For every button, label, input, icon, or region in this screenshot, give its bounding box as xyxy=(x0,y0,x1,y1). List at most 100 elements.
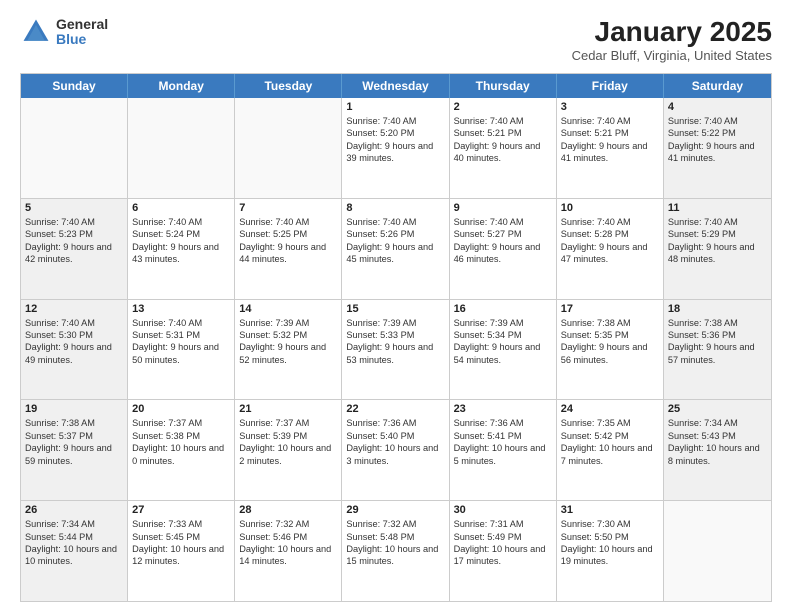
day-content-2-0: Sunrise: 7:40 AM Sunset: 5:30 PM Dayligh… xyxy=(25,317,123,367)
day-content-2-1: Sunrise: 7:40 AM Sunset: 5:31 PM Dayligh… xyxy=(132,317,230,367)
day-number-4-3: 29 xyxy=(346,504,444,516)
calendar-cell-1-0: 5 Sunrise: 7:40 AM Sunset: 5:23 PM Daylig… xyxy=(21,199,128,299)
calendar-cell-0-0 xyxy=(21,98,128,198)
calendar-cell-2-0: 12 Sunrise: 7:40 AM Sunset: 5:30 PM Dayli… xyxy=(21,300,128,400)
calendar-cell-4-6 xyxy=(664,501,771,601)
day-number-1-4: 9 xyxy=(454,202,552,214)
day-number-2-3: 15 xyxy=(346,303,444,315)
day-number-4-4: 30 xyxy=(454,504,552,516)
logo-blue-text: Blue xyxy=(56,32,108,47)
calendar-row-2: 12 Sunrise: 7:40 AM Sunset: 5:30 PM Dayli… xyxy=(21,299,771,400)
day-number-3-3: 22 xyxy=(346,403,444,415)
calendar-row-4: 26Sunrise: 7:34 AM Sunset: 5:44 PM Dayli… xyxy=(21,500,771,601)
day-content-3-5: Sunrise: 7:35 AM Sunset: 5:42 PM Dayligh… xyxy=(561,417,659,467)
calendar-cell-3-4: 23Sunrise: 7:36 AM Sunset: 5:41 PM Dayli… xyxy=(450,400,557,500)
day-content-1-3: Sunrise: 7:40 AM Sunset: 5:26 PM Dayligh… xyxy=(346,216,444,266)
day-content-1-0: Sunrise: 7:40 AM Sunset: 5:23 PM Dayligh… xyxy=(25,216,123,266)
calendar-cell-4-5: 31Sunrise: 7:30 AM Sunset: 5:50 PM Dayli… xyxy=(557,501,664,601)
day-content-3-2: Sunrise: 7:37 AM Sunset: 5:39 PM Dayligh… xyxy=(239,417,337,467)
calendar-cell-1-3: 8 Sunrise: 7:40 AM Sunset: 5:26 PM Daylig… xyxy=(342,199,449,299)
day-number-2-1: 13 xyxy=(132,303,230,315)
header-saturday: Saturday xyxy=(664,74,771,98)
day-content-2-2: Sunrise: 7:39 AM Sunset: 5:32 PM Dayligh… xyxy=(239,317,337,367)
calendar-cell-1-6: 11 Sunrise: 7:40 AM Sunset: 5:29 PM Dayli… xyxy=(664,199,771,299)
day-number-3-2: 21 xyxy=(239,403,337,415)
day-number-3-0: 19 xyxy=(25,403,123,415)
day-number-1-6: 11 xyxy=(668,202,767,214)
title-block: January 2025 Cedar Bluff, Virginia, Unit… xyxy=(572,16,772,63)
calendar-title: January 2025 xyxy=(572,16,772,48)
calendar-cell-1-2: 7 Sunrise: 7:40 AM Sunset: 5:25 PM Daylig… xyxy=(235,199,342,299)
calendar-cell-0-5: 3Sunrise: 7:40 AM Sunset: 5:21 PM Daylig… xyxy=(557,98,664,198)
day-content-1-1: Sunrise: 7:40 AM Sunset: 5:24 PM Dayligh… xyxy=(132,216,230,266)
calendar-cell-0-3: 1Sunrise: 7:40 AM Sunset: 5:20 PM Daylig… xyxy=(342,98,449,198)
day-number-4-2: 28 xyxy=(239,504,337,516)
calendar-cell-4-4: 30 Sunrise: 7:31 AM Sunset: 5:49 PM Dayli… xyxy=(450,501,557,601)
day-content-3-1: Sunrise: 7:37 AM Sunset: 5:38 PM Dayligh… xyxy=(132,417,230,467)
day-number-3-5: 24 xyxy=(561,403,659,415)
day-content-1-6: Sunrise: 7:40 AM Sunset: 5:29 PM Dayligh… xyxy=(668,216,767,266)
calendar-cell-0-4: 2Sunrise: 7:40 AM Sunset: 5:21 PM Daylig… xyxy=(450,98,557,198)
header-monday: Monday xyxy=(128,74,235,98)
day-content-4-4: Sunrise: 7:31 AM Sunset: 5:49 PM Dayligh… xyxy=(454,518,552,568)
calendar-cell-3-3: 22Sunrise: 7:36 AM Sunset: 5:40 PM Dayli… xyxy=(342,400,449,500)
day-content-2-4: Sunrise: 7:39 AM Sunset: 5:34 PM Dayligh… xyxy=(454,317,552,367)
day-content-2-5: Sunrise: 7:38 AM Sunset: 5:35 PM Dayligh… xyxy=(561,317,659,367)
calendar-cell-2-6: 18 Sunrise: 7:38 AM Sunset: 5:36 PM Dayli… xyxy=(664,300,771,400)
day-number-1-2: 7 xyxy=(239,202,337,214)
calendar-cell-1-4: 9Sunrise: 7:40 AM Sunset: 5:27 PM Daylig… xyxy=(450,199,557,299)
header: General Blue January 2025 Cedar Bluff, V… xyxy=(20,16,772,63)
day-number-2-0: 12 xyxy=(25,303,123,315)
day-number-1-3: 8 xyxy=(346,202,444,214)
day-number-1-1: 6 xyxy=(132,202,230,214)
day-number-2-4: 16 xyxy=(454,303,552,315)
day-number-2-5: 17 xyxy=(561,303,659,315)
day-number-2-6: 18 xyxy=(668,303,767,315)
day-number-3-4: 23 xyxy=(454,403,552,415)
day-number-2-2: 14 xyxy=(239,303,337,315)
header-friday: Friday xyxy=(557,74,664,98)
calendar-cell-3-5: 24 Sunrise: 7:35 AM Sunset: 5:42 PM Dayli… xyxy=(557,400,664,500)
day-content-4-5: Sunrise: 7:30 AM Sunset: 5:50 PM Dayligh… xyxy=(561,518,659,568)
calendar-cell-1-5: 10Sunrise: 7:40 AM Sunset: 5:28 PM Dayli… xyxy=(557,199,664,299)
day-content-2-6: Sunrise: 7:38 AM Sunset: 5:36 PM Dayligh… xyxy=(668,317,767,367)
day-number-0-5: 3 xyxy=(561,101,659,113)
calendar-cell-3-0: 19 Sunrise: 7:38 AM Sunset: 5:37 PM Dayli… xyxy=(21,400,128,500)
calendar-cell-0-1 xyxy=(128,98,235,198)
day-number-1-0: 5 xyxy=(25,202,123,214)
day-number-0-6: 4 xyxy=(668,101,767,113)
day-number-1-5: 10 xyxy=(561,202,659,214)
day-content-4-1: Sunrise: 7:33 AM Sunset: 5:45 PM Dayligh… xyxy=(132,518,230,568)
logo-general-text: General xyxy=(56,17,108,32)
day-number-3-1: 20 xyxy=(132,403,230,415)
page: General Blue January 2025 Cedar Bluff, V… xyxy=(0,0,792,612)
calendar-row-3: 19 Sunrise: 7:38 AM Sunset: 5:37 PM Dayli… xyxy=(21,399,771,500)
header-thursday: Thursday xyxy=(450,74,557,98)
calendar-cell-0-6: 4 Sunrise: 7:40 AM Sunset: 5:22 PM Daylig… xyxy=(664,98,771,198)
calendar-cell-3-6: 25Sunrise: 7:34 AM Sunset: 5:43 PM Dayli… xyxy=(664,400,771,500)
day-number-0-4: 2 xyxy=(454,101,552,113)
day-content-1-2: Sunrise: 7:40 AM Sunset: 5:25 PM Dayligh… xyxy=(239,216,337,266)
calendar-subtitle: Cedar Bluff, Virginia, United States xyxy=(572,48,772,63)
calendar-cell-4-3: 29 Sunrise: 7:32 AM Sunset: 5:48 PM Dayli… xyxy=(342,501,449,601)
logo-icon xyxy=(20,16,52,48)
calendar-cell-2-5: 17 Sunrise: 7:38 AM Sunset: 5:35 PM Dayli… xyxy=(557,300,664,400)
day-number-0-3: 1 xyxy=(346,101,444,113)
calendar-cell-4-1: 27Sunrise: 7:33 AM Sunset: 5:45 PM Dayli… xyxy=(128,501,235,601)
calendar-row-1: 5 Sunrise: 7:40 AM Sunset: 5:23 PM Daylig… xyxy=(21,198,771,299)
calendar-cell-4-0: 26Sunrise: 7:34 AM Sunset: 5:44 PM Dayli… xyxy=(21,501,128,601)
day-content-4-2: Sunrise: 7:32 AM Sunset: 5:46 PM Dayligh… xyxy=(239,518,337,568)
day-content-3-0: Sunrise: 7:38 AM Sunset: 5:37 PM Dayligh… xyxy=(25,417,123,467)
day-content-4-0: Sunrise: 7:34 AM Sunset: 5:44 PM Dayligh… xyxy=(25,518,123,568)
logo-text: General Blue xyxy=(56,17,108,48)
calendar-row-0: 1Sunrise: 7:40 AM Sunset: 5:20 PM Daylig… xyxy=(21,98,771,198)
header-sunday: Sunday xyxy=(21,74,128,98)
day-content-4-3: Sunrise: 7:32 AM Sunset: 5:48 PM Dayligh… xyxy=(346,518,444,568)
calendar-cell-2-3: 15 Sunrise: 7:39 AM Sunset: 5:33 PM Dayli… xyxy=(342,300,449,400)
day-content-2-3: Sunrise: 7:39 AM Sunset: 5:33 PM Dayligh… xyxy=(346,317,444,367)
day-content-0-6: Sunrise: 7:40 AM Sunset: 5:22 PM Dayligh… xyxy=(668,115,767,165)
calendar-cell-3-2: 21 Sunrise: 7:37 AM Sunset: 5:39 PM Dayli… xyxy=(235,400,342,500)
calendar-cell-2-4: 16 Sunrise: 7:39 AM Sunset: 5:34 PM Dayli… xyxy=(450,300,557,400)
calendar-cell-2-2: 14 Sunrise: 7:39 AM Sunset: 5:32 PM Dayli… xyxy=(235,300,342,400)
calendar-cell-3-1: 20 Sunrise: 7:37 AM Sunset: 5:38 PM Dayli… xyxy=(128,400,235,500)
